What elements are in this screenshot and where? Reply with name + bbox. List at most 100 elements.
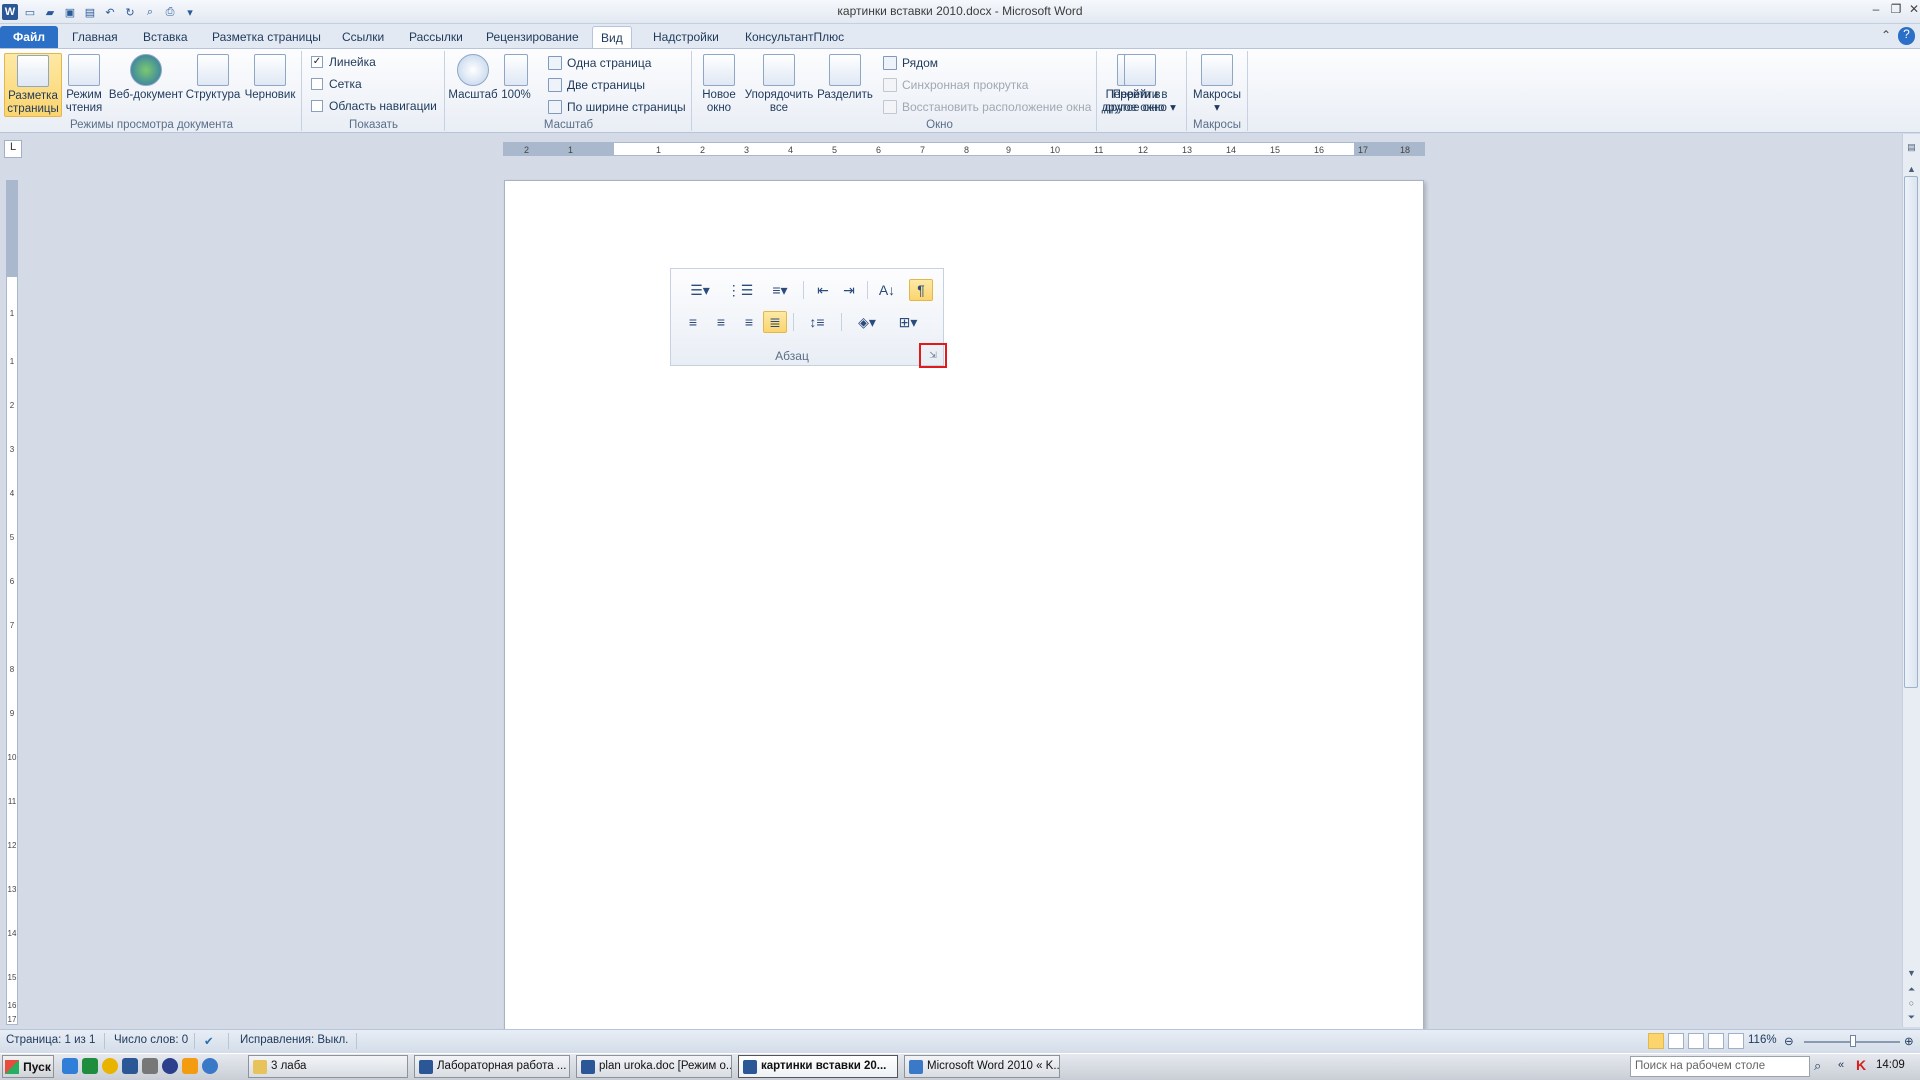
search-icon[interactable]: ⌕	[1814, 1058, 1821, 1074]
document-page[interactable]	[504, 180, 1424, 1030]
view-reading-icon[interactable]	[1668, 1033, 1684, 1049]
browser-icon[interactable]	[202, 1058, 218, 1074]
paragraph-group-image[interactable]: ☰▾ ⋮☰ ≡▾ ⇤ ⇥ A↓ ¶ ≡ ≡ ≡ ≣ ↕≡ ◈▾ ⊞▾ Абзац…	[670, 268, 947, 368]
reset-window-position-button[interactable]: Восстановить расположение окна	[883, 98, 1091, 116]
scroll-down-icon[interactable]: ▼	[1904, 968, 1919, 984]
view-outline-icon[interactable]	[1708, 1033, 1724, 1049]
taskbar-item-lab[interactable]: Лабораторная работа ...	[414, 1055, 570, 1078]
web-layout-button[interactable]: Веб-документ	[106, 53, 186, 117]
word-count[interactable]: Число слов: 0	[114, 1034, 188, 1046]
tab-mailings[interactable]: Рассылки	[401, 26, 471, 48]
firefox-icon[interactable]	[102, 1058, 118, 1074]
macros-button[interactable]: Макросы ▾	[1189, 53, 1245, 117]
checkbox-box[interactable]	[311, 78, 323, 90]
line-spacing-icon: ↕≡	[809, 314, 825, 330]
minimize-icon[interactable]: –	[1866, 2, 1886, 20]
next-page-icon[interactable]: ⏷	[1904, 1012, 1919, 1028]
zoom-out-icon[interactable]: ⊖	[1784, 1034, 1794, 1048]
print-layout-button[interactable]: Разметка страницы	[4, 53, 62, 117]
sync-scroll-button[interactable]: Синхронная прокрутка	[883, 76, 1028, 94]
tab-page-layout[interactable]: Разметка страницы	[204, 26, 329, 48]
media-player-icon[interactable]	[162, 1058, 178, 1074]
tab-addins[interactable]: Надстройки	[645, 26, 727, 48]
shading-icon: ◈▾	[858, 313, 876, 330]
ruler-tick: 10	[7, 753, 17, 762]
justify-icon: ≣	[763, 311, 787, 333]
zoom-button[interactable]: Масштаб	[448, 53, 498, 117]
browser-page-icon	[909, 1060, 923, 1074]
side-by-side-button[interactable]: Рядом	[883, 54, 938, 72]
tab-file[interactable]: Файл	[0, 26, 58, 48]
close-icon[interactable]: ✕	[1904, 2, 1920, 20]
opera-icon[interactable]	[182, 1058, 198, 1074]
desktop-icon[interactable]	[142, 1058, 158, 1074]
new-window-button[interactable]: Новое окно	[695, 53, 743, 117]
tab-references[interactable]: Ссылки	[334, 26, 392, 48]
nav-pane-checkbox[interactable]: Область навигации	[311, 97, 437, 115]
horizontal-ruler[interactable]: 2 1 1 2 3 4 5 6 7 8 9 10 11 12 13 14 15 …	[503, 142, 1425, 156]
excel-icon[interactable]	[82, 1058, 98, 1074]
ruler-tick: 11	[7, 797, 17, 806]
tab-consultant[interactable]: КонсультантПлюс	[737, 26, 852, 48]
taskbar-item-folder[interactable]: 3 лаба	[248, 1055, 408, 1078]
ruler-checkbox[interactable]: ✓ Линейка	[311, 53, 376, 71]
group-label: Макросы	[1193, 119, 1241, 131]
zoom-slider-thumb[interactable]	[1850, 1035, 1856, 1047]
kaspersky-icon[interactable]: K	[1856, 1057, 1866, 1073]
ie-icon[interactable]	[62, 1058, 78, 1074]
help-icon[interactable]: ?	[1898, 27, 1915, 45]
outline-button[interactable]: Структура	[184, 53, 242, 117]
zoom-in-icon[interactable]: ⊕	[1904, 1034, 1914, 1048]
taskbar-item-plan[interactable]: plan uroka.doc [Режим о...	[576, 1055, 732, 1078]
arrange-all-button[interactable]: Упорядочить все	[743, 53, 815, 117]
align-left-icon: ≡	[688, 314, 698, 330]
two-pages-icon	[548, 78, 562, 92]
tab-selector-button[interactable]: L	[4, 140, 22, 158]
draft-button[interactable]: Черновик	[240, 53, 300, 117]
switch-window-button-alt[interactable]: Перейти в другое окно ▾	[1100, 53, 1180, 117]
start-button[interactable]: Пуск	[2, 1055, 54, 1078]
grid-checkbox[interactable]: Сетка	[311, 75, 362, 93]
checkbox-box[interactable]	[311, 100, 323, 112]
word-icon[interactable]	[122, 1058, 138, 1074]
ruler-tick: 8	[964, 145, 970, 155]
page-count[interactable]: Страница: 1 из 1	[6, 1034, 95, 1046]
ruler-toggle-icon[interactable]: ▤	[1904, 142, 1919, 158]
view-print-layout-icon[interactable]	[1648, 1033, 1664, 1049]
two-pages-button[interactable]: Две страницы	[548, 76, 645, 94]
reset-position-icon	[883, 100, 897, 114]
tray-expand-icon[interactable]: «	[1838, 1059, 1844, 1071]
one-page-button[interactable]: Одна страница	[548, 54, 651, 72]
split-button[interactable]: Разделить	[815, 53, 875, 117]
ruler-tick: 15	[1270, 145, 1281, 155]
tab-review[interactable]: Рецензирование	[478, 26, 587, 48]
separator	[841, 313, 842, 331]
proofing-icon[interactable]: ✔	[204, 1034, 214, 1048]
ruler-left-margin	[504, 143, 614, 155]
tab-view[interactable]: Вид	[592, 26, 632, 48]
view-draft-icon[interactable]	[1728, 1033, 1744, 1049]
group-label: Показать	[349, 119, 398, 131]
taskbar-item-browser[interactable]: Microsoft Word 2010 « K...	[904, 1055, 1060, 1078]
clock[interactable]: 14:09	[1876, 1059, 1905, 1071]
view-web-icon[interactable]	[1688, 1033, 1704, 1049]
word-doc-icon	[419, 1060, 433, 1074]
restore-icon[interactable]: ❐	[1886, 2, 1906, 20]
ruler-tick: 5	[832, 145, 838, 155]
ruler-tick: 11	[1094, 145, 1104, 155]
page-width-button[interactable]: По ширине страницы	[548, 98, 686, 116]
folder-icon	[253, 1060, 267, 1074]
tab-home[interactable]: Главная	[64, 26, 126, 48]
vertical-ruler[interactable]: 1 1 2 3 4 5 6 7 8 9 10 11 12 13 14 15 16…	[6, 180, 18, 1025]
tab-insert[interactable]: Вставка	[135, 26, 196, 48]
checkbox-box[interactable]: ✓	[311, 56, 323, 68]
taskbar-item-active-doc[interactable]: картинки вставки 20...	[738, 1055, 898, 1078]
scroll-thumb[interactable]	[1904, 176, 1918, 688]
ruler-tick: 4	[788, 145, 794, 155]
track-changes-status[interactable]: Исправления: Выкл.	[240, 1034, 348, 1046]
reading-mode-button[interactable]: Режим чтения	[60, 53, 108, 117]
minimize-ribbon-icon[interactable]: ⌃	[1876, 28, 1896, 46]
desktop-search-input[interactable]: Поиск на рабочем столе	[1630, 1056, 1810, 1077]
zoom-100-button[interactable]: 100%	[498, 53, 534, 117]
zoom-level[interactable]: 116%	[1748, 1034, 1777, 1046]
